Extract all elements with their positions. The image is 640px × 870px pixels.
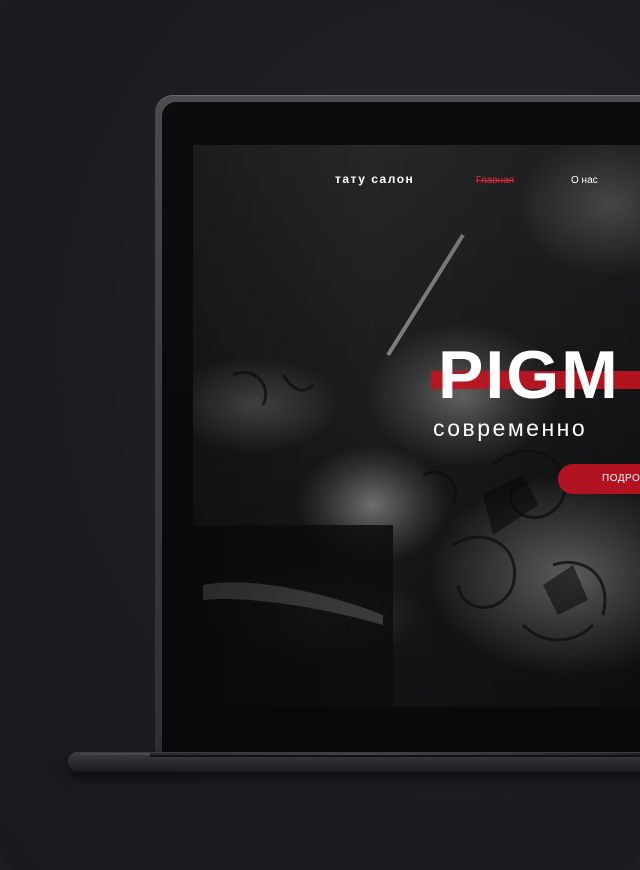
laptop-screen: тату салон Главная О нас PIGM современно… bbox=[193, 145, 640, 707]
hero-more-button[interactable]: ПОДРО bbox=[558, 464, 640, 494]
nav-link-home[interactable]: Главная bbox=[476, 175, 514, 186]
device-mockup-stage: тату салон Главная О нас PIGM современно… bbox=[0, 0, 640, 870]
laptop-base-highlight bbox=[80, 753, 640, 755]
nav-link-about[interactable]: О нас bbox=[571, 175, 598, 186]
hero-subtitle: современно bbox=[433, 415, 588, 441]
hero-title: PIGM bbox=[438, 337, 620, 413]
nav-brand-logo[interactable]: тату салон bbox=[335, 172, 414, 186]
